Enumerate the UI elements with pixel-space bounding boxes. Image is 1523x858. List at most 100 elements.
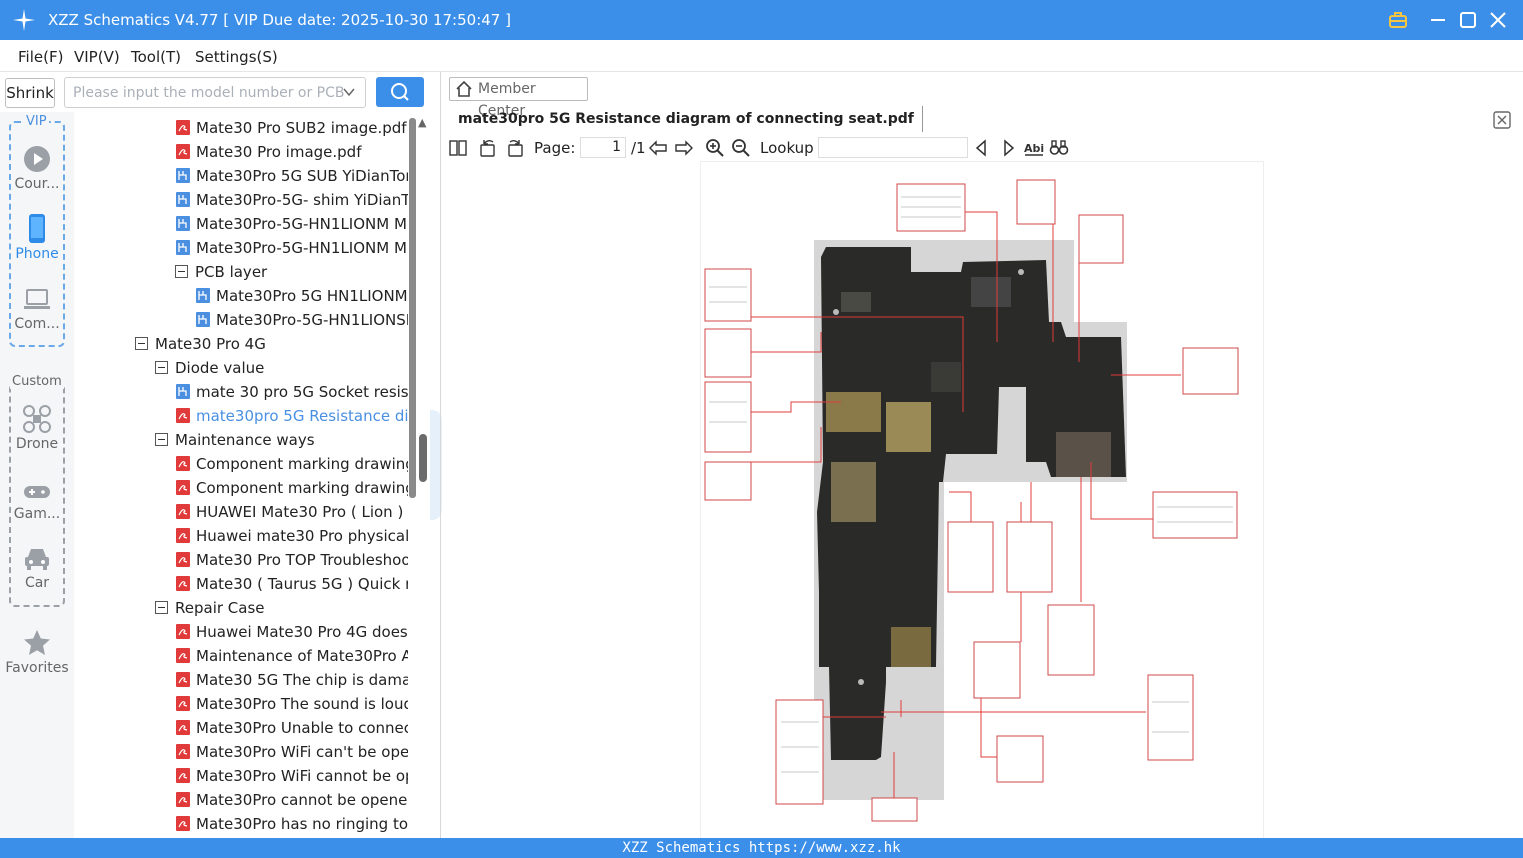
scrollbar-track[interactable] xyxy=(409,118,416,498)
tree-item[interactable]: Mate30Pro-5G-HN1LIONSLF xyxy=(196,308,408,332)
rotate-right-icon[interactable] xyxy=(505,138,525,158)
tree-folder[interactable]: Diode value xyxy=(155,356,264,380)
tree-item[interactable]: Mate30Pro 5G SUB YiDianTong xyxy=(176,164,408,188)
laptop-icon xyxy=(24,289,50,309)
briefcase-icon[interactable] xyxy=(1386,8,1410,32)
tree-item[interactable]: Huawei mate30 Pro physical sca xyxy=(176,524,408,548)
tree-item[interactable]: Mate30Pro has no ringing tone xyxy=(176,812,408,836)
tree-item[interactable]: Mate30Pro Unable to connect t xyxy=(176,716,408,740)
pdf-viewer[interactable] xyxy=(442,162,1523,838)
close-icon[interactable] xyxy=(1486,8,1510,32)
page-total: /1 xyxy=(631,139,646,157)
tree-item[interactable]: Component marking drawing_ xyxy=(176,452,408,476)
collapse-toggle-icon[interactable] xyxy=(135,337,148,350)
menu-file[interactable]: File(F) xyxy=(18,48,63,66)
shrink-button[interactable]: Shrink xyxy=(5,78,55,108)
tree-item[interactable]: Huawei Mate30 Pro 4G does nc xyxy=(176,620,408,644)
category-label: Favorites xyxy=(5,660,69,676)
rotate-left-icon[interactable] xyxy=(478,138,498,158)
title-bar: XZZ Schematics V4.77 [ VIP Due date: 202… xyxy=(0,0,1523,40)
tree-folder[interactable]: Mate30 Pro 4G xyxy=(135,332,266,356)
tree-item-selected[interactable]: mate30pro 5G Resistance diagra xyxy=(176,404,408,428)
pdf-file-icon xyxy=(176,768,190,783)
tree-item[interactable]: Component marking drawing_M xyxy=(176,476,408,500)
category-label: Drone xyxy=(15,436,59,452)
vip-group-label: VIP xyxy=(24,114,49,129)
close-document-icon[interactable] xyxy=(1492,110,1512,130)
page-number-input[interactable]: 1 xyxy=(580,137,626,158)
member-center-button[interactable]: Member Center xyxy=(449,77,588,119)
document-tab[interactable]: mate30pro 5G Resistance diagram of conne… xyxy=(450,106,923,132)
scrollbar-thumb[interactable] xyxy=(419,434,427,482)
tree-item[interactable]: Mate30Pro-5G-HN1LIONM MB xyxy=(176,212,408,236)
collapse-toggle-icon[interactable] xyxy=(155,361,168,374)
next-page-icon[interactable] xyxy=(674,138,694,158)
tree-scrollbar[interactable]: ▲ xyxy=(408,112,430,838)
pdf-file-icon xyxy=(176,528,190,543)
window-title: XZZ Schematics V4.77 [ VIP Due date: 202… xyxy=(48,11,511,29)
pdf-file-icon xyxy=(176,696,190,711)
category-computer[interactable]: Com... xyxy=(4,286,70,332)
category-drone[interactable]: Drone xyxy=(4,404,70,452)
tree-folder[interactable]: Maintenance ways xyxy=(155,428,315,452)
tree-item[interactable]: Mate30 Pro TOP Troubleshootii xyxy=(176,548,408,572)
tree-item[interactable]: Maintenance of Mate30Pro Aut xyxy=(176,644,408,668)
collapse-toggle-icon[interactable] xyxy=(155,601,168,614)
app-logo-icon xyxy=(13,9,35,31)
menu-vip[interactable]: VIP(V) xyxy=(74,48,120,66)
tree-item[interactable]: Mate30 Pro SUB2 image.pdf xyxy=(176,116,407,140)
tree-item[interactable]: Mate30Pro-5G-HN1LIONM MB- xyxy=(176,236,408,260)
file-tree: Mate30 Pro SUB2 image.pdf Mate30 Pro ima… xyxy=(75,112,408,838)
tree-item[interactable]: Mate30 5G The chip is damagec xyxy=(176,668,408,692)
tree-item[interactable]: Mate30 ( Taurus 5G ) Quick rep xyxy=(176,572,408,596)
tree-item[interactable]: HUAWEI Mate30 Pro ( Lion ) Qu xyxy=(176,500,408,524)
tree-item[interactable]: Mate30Pro 5G HN1LIONM P xyxy=(196,284,408,308)
search-input[interactable] xyxy=(64,77,366,108)
tree-folder[interactable]: Repair Case xyxy=(155,596,265,620)
zoom-in-icon[interactable] xyxy=(705,138,725,158)
find-all-icon[interactable] xyxy=(1049,138,1069,158)
scroll-up-icon[interactable]: ▲ xyxy=(418,116,426,129)
pdf-file-icon xyxy=(176,624,190,639)
two-page-view-icon[interactable] xyxy=(448,138,468,158)
pdf-file-icon xyxy=(176,408,190,423)
category-phone[interactable]: Phone xyxy=(4,213,70,262)
pdf-file-icon xyxy=(176,792,190,807)
tree-item[interactable]: Mate30Pro cannot be opened b xyxy=(176,788,408,812)
minimize-icon[interactable] xyxy=(1426,8,1450,32)
tree-folder[interactable]: PCB layer xyxy=(175,260,267,284)
collapse-toggle-icon[interactable] xyxy=(175,265,188,278)
search-next-icon[interactable] xyxy=(998,138,1018,158)
category-car[interactable]: Car xyxy=(4,545,70,591)
category-games[interactable]: Gam... xyxy=(4,480,70,522)
lookup-label: Lookup xyxy=(760,139,814,157)
previous-page-icon[interactable] xyxy=(648,138,668,158)
home-icon xyxy=(456,80,472,97)
maximize-icon[interactable] xyxy=(1456,8,1480,32)
match-case-icon[interactable]: Abi xyxy=(1024,138,1044,158)
collapse-toggle-icon[interactable] xyxy=(155,433,168,446)
tree-item[interactable]: Mate30Pro The sound is loud a xyxy=(176,692,408,716)
search-previous-icon[interactable] xyxy=(972,138,992,158)
lookup-input[interactable] xyxy=(818,137,968,158)
tree-item[interactable]: Mate30 Pro image.pdf xyxy=(176,140,361,164)
chevron-down-icon[interactable] xyxy=(342,85,356,99)
tree-item[interactable]: Mate30Pro WiFi cannot be oper xyxy=(176,764,408,788)
category-favorites[interactable]: Favorites xyxy=(4,628,70,676)
tree-item[interactable]: Mate30Pro-5G- shim YiDianTor xyxy=(176,188,408,212)
zoom-out-icon[interactable] xyxy=(731,138,751,158)
pdf-file-icon xyxy=(176,576,190,591)
pdf-file-icon xyxy=(176,648,190,663)
menu-tool[interactable]: Tool(T) xyxy=(131,48,181,66)
category-courses[interactable]: Cour... xyxy=(4,144,70,192)
menu-settings[interactable]: Settings(S) xyxy=(195,48,278,66)
pdf-file-icon xyxy=(176,480,190,495)
svg-text:Abi: Abi xyxy=(1024,142,1044,155)
tree-item[interactable]: mate 30 pro 5G Socket resistanc xyxy=(176,380,408,404)
pdf-page xyxy=(701,162,1263,838)
play-icon xyxy=(24,146,50,172)
search-button[interactable] xyxy=(376,77,424,107)
pdf-file-icon xyxy=(176,144,190,159)
phone-icon xyxy=(29,214,45,243)
tree-item[interactable]: Mate30Pro WiFi can't be opene xyxy=(176,740,408,764)
